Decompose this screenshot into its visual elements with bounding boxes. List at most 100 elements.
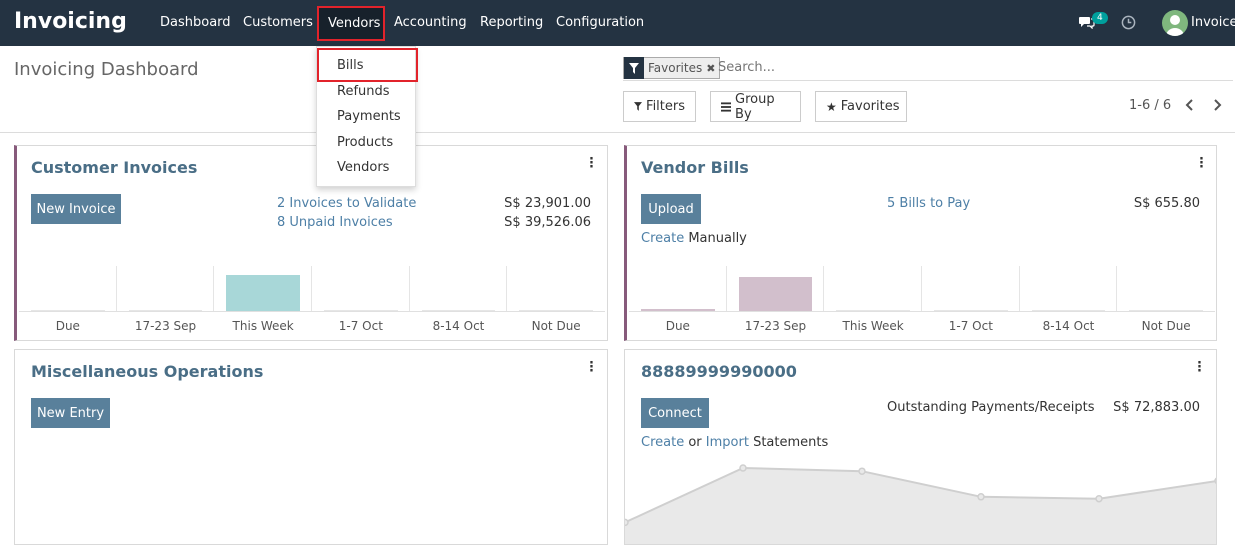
graph-point[interactable]	[739, 464, 747, 472]
create-link[interactable]: Create	[641, 435, 684, 450]
graph-bar[interactable]	[836, 310, 910, 311]
graph-bar[interactable]	[1031, 310, 1106, 311]
favorites-label: Favorites	[840, 99, 900, 114]
bills-to-pay-amount: S$ 655.80	[1133, 196, 1200, 211]
dropdown-item-bills[interactable]: Bills	[337, 58, 364, 73]
graph-bar[interactable]	[1129, 310, 1203, 311]
graph-bar[interactable]	[641, 308, 715, 311]
star-icon: ★	[826, 99, 837, 114]
dropdown-item-payments[interactable]: Payments	[337, 109, 401, 124]
bank-journal-title[interactable]: 88889999990000	[641, 362, 797, 381]
vendor-bills-title[interactable]: Vendor Bills	[641, 158, 749, 177]
graph-bar[interactable]	[738, 277, 813, 311]
filters-button[interactable]: Filters	[623, 91, 696, 122]
bills-highlight	[317, 48, 418, 82]
graph-point[interactable]	[858, 467, 866, 475]
new-invoice-button[interactable]: New Invoice	[31, 194, 121, 224]
kebab-menu-icon[interactable]: · · ·	[1199, 153, 1204, 174]
list-icon	[721, 101, 732, 112]
graph-label: 1-7 Oct	[948, 319, 993, 333]
graph-label: This Week	[232, 319, 294, 333]
app-brand[interactable]: Invoicing	[14, 9, 127, 34]
connect-button[interactable]: Connect	[641, 398, 709, 428]
create-link[interactable]: Create	[641, 231, 684, 246]
graph-bar[interactable]	[128, 310, 203, 311]
graph-point[interactable]	[1095, 494, 1103, 503]
graph-area	[625, 468, 1216, 544]
bank-balance-graph[interactable]	[625, 460, 1217, 545]
graph-column	[824, 266, 922, 311]
graph-column	[117, 266, 215, 311]
graph-bar[interactable]	[226, 275, 300, 311]
graph-column	[629, 266, 727, 311]
graph-baseline	[19, 311, 605, 312]
graph-point[interactable]	[977, 493, 985, 501]
graph-label: 17-23 Sep	[744, 319, 807, 333]
invoices-to-validate-link[interactable]: 2 Invoices to Validate	[277, 196, 416, 211]
kebab-menu-icon[interactable]: · · ·	[589, 357, 594, 378]
menu-reporting[interactable]: Reporting	[480, 15, 543, 30]
graph-label: Not Due	[1141, 319, 1191, 333]
kebab-menu-icon[interactable]: · · ·	[589, 153, 594, 174]
graph-bar[interactable]	[324, 310, 398, 311]
search-input[interactable]	[718, 60, 1228, 75]
new-entry-button[interactable]: New Entry	[31, 398, 110, 428]
vendors-dropdown: Bills Refunds Payments Products Vendors	[316, 46, 418, 187]
favorites-button[interactable]: ★ Favorites	[815, 91, 907, 122]
customer-invoices-graph[interactable]: Due 17-23 Sep This Week 1-7 Oct 8-14 Oct Not …	[19, 266, 605, 336]
filter-icon	[624, 57, 644, 79]
chevron-left-icon[interactable]	[1184, 98, 1196, 112]
customer-invoices-title[interactable]: Customer Invoices	[31, 158, 197, 177]
groupby-button[interactable]: Group By	[710, 91, 801, 122]
manually-text: Manually	[684, 231, 747, 246]
upload-button[interactable]: Upload	[641, 194, 701, 224]
bills-to-pay-link[interactable]: 5 Bills to Pay	[887, 196, 970, 211]
user-avatar[interactable]	[1162, 10, 1188, 36]
graph-label: Not Due	[531, 319, 581, 333]
clock-icon[interactable]	[1121, 15, 1136, 30]
graph-column	[507, 266, 605, 311]
graph-label: 17-23 Sep	[134, 319, 197, 333]
or-text: or	[684, 435, 706, 450]
chevron-right-icon[interactable]	[1211, 98, 1223, 112]
graph-column	[410, 266, 508, 311]
graph-point[interactable]	[1214, 477, 1217, 484]
graph-column	[1020, 266, 1118, 311]
graph-bar[interactable]	[31, 310, 105, 311]
unpaid-invoices-link[interactable]: 8 Unpaid Invoices	[277, 215, 393, 230]
import-link[interactable]: Import	[706, 435, 749, 450]
graph-bar[interactable]	[519, 310, 593, 311]
menu-customers[interactable]: Customers	[243, 15, 313, 30]
menu-accounting[interactable]: Accounting	[394, 15, 467, 30]
pager-value[interactable]: 1-6 / 6	[1129, 98, 1171, 113]
menu-configuration[interactable]: Configuration	[556, 15, 644, 30]
graph-label: Due	[55, 319, 80, 333]
menu-vendors[interactable]: Vendors	[317, 6, 385, 41]
outstanding-label: Outstanding Payments/Receipts	[887, 400, 1095, 415]
vendor-bills-card: Vendor Bills · · · Upload 5 Bills to Pay S…	[624, 145, 1217, 341]
graph-baseline	[629, 311, 1215, 312]
menu-dashboard[interactable]: Dashboard	[160, 15, 231, 30]
invoices-to-validate-amount: S$ 23,901.00	[504, 196, 591, 211]
graph-point[interactable]	[625, 518, 629, 527]
filters-label: Filters	[646, 99, 685, 114]
kebab-menu-icon[interactable]: · · ·	[1197, 357, 1202, 378]
filter-icon	[634, 102, 643, 111]
dropdown-item-refunds[interactable]: Refunds	[337, 84, 390, 99]
dropdown-item-products[interactable]: Products	[337, 135, 393, 150]
create-manually-text: Create Manually	[641, 231, 747, 246]
misc-operations-card: Miscellaneous Operations · · · New Entry	[14, 349, 608, 545]
search-facet[interactable]: Favorites ✖	[623, 57, 721, 79]
groupby-label: Group By	[735, 91, 775, 122]
page-title: Invoicing Dashboard	[14, 59, 199, 80]
graph-column	[19, 266, 117, 311]
misc-operations-title[interactable]: Miscellaneous Operations	[31, 362, 263, 381]
graph-bar[interactable]	[421, 310, 496, 311]
user-name[interactable]: Invoice	[1191, 15, 1235, 30]
graph-bar[interactable]	[934, 310, 1008, 311]
bank-journal-card: 88889999990000 · · · Connect Outstanding P…	[624, 349, 1217, 545]
dropdown-item-vendors[interactable]: Vendors	[337, 160, 389, 175]
outstanding-amount: S$ 72,883.00	[1113, 400, 1200, 415]
search-underline	[623, 80, 1233, 81]
vendor-bills-graph[interactable]: Due 17-23 Sep This Week 1-7 Oct 8-14 Oct Not …	[629, 266, 1215, 336]
